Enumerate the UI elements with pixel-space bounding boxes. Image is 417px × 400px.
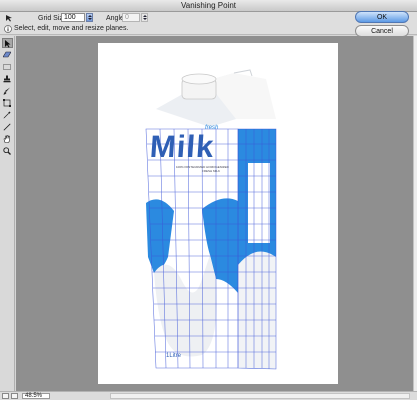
zoom-tool[interactable]	[2, 146, 13, 156]
status-bar: 48.5%	[0, 391, 417, 400]
volume-text: 1Litre	[166, 353, 182, 359]
milk-carton-image	[145, 69, 277, 370]
horizontal-scrollbar[interactable]	[110, 393, 410, 399]
brand-text: Milk	[148, 129, 216, 164]
transform-icon	[3, 99, 11, 107]
grid-size-stepper[interactable]	[86, 13, 93, 22]
angle-field[interactable]: 0	[122, 13, 140, 22]
tagline-line2: FRESH MILK	[202, 169, 221, 173]
toolbox	[0, 36, 15, 392]
create-plane-icon	[3, 51, 11, 58]
zoom-level-field[interactable]: 48.5%	[22, 393, 50, 399]
canvas-area[interactable]: fresh Milk 100% PASTEURIZED HOMOGENIZED …	[16, 36, 413, 391]
brush-tool[interactable]	[2, 86, 13, 96]
zoom-out-button[interactable]	[2, 393, 9, 399]
info-message: Select, edit, move and resize planes.	[14, 25, 129, 32]
ok-button[interactable]: OK	[355, 11, 409, 23]
grid-size-field[interactable]: 100	[61, 13, 85, 22]
eyedropper-icon	[3, 111, 11, 119]
measure-tool[interactable]	[2, 122, 13, 132]
hand-tool[interactable]	[2, 134, 13, 144]
transform-tool[interactable]	[2, 98, 13, 108]
title-bar: Vanishing Point	[0, 0, 417, 12]
brush-icon	[3, 87, 10, 95]
zoom-in-button[interactable]	[11, 393, 18, 399]
window-title: Vanishing Point	[181, 1, 236, 10]
vertical-scrollbar[interactable]	[413, 36, 417, 391]
measure-icon	[3, 123, 11, 131]
marquee-tool[interactable]	[2, 62, 13, 72]
edit-plane-tool[interactable]	[2, 38, 13, 48]
marquee-icon	[3, 64, 11, 70]
arrow-icon	[5, 40, 11, 48]
angle-stepper[interactable]	[141, 13, 148, 22]
stamp-icon	[3, 75, 11, 83]
create-plane-tool[interactable]	[2, 50, 13, 60]
eyedropper-tool[interactable]	[2, 110, 13, 120]
info-icon	[4, 25, 12, 33]
hand-icon	[3, 135, 10, 143]
stamp-tool[interactable]	[2, 74, 13, 84]
document-page: fresh Milk 100% PASTEURIZED HOMOGENIZED …	[98, 43, 338, 384]
edit-plane-icon	[6, 15, 12, 22]
magnifier-icon	[3, 147, 11, 155]
